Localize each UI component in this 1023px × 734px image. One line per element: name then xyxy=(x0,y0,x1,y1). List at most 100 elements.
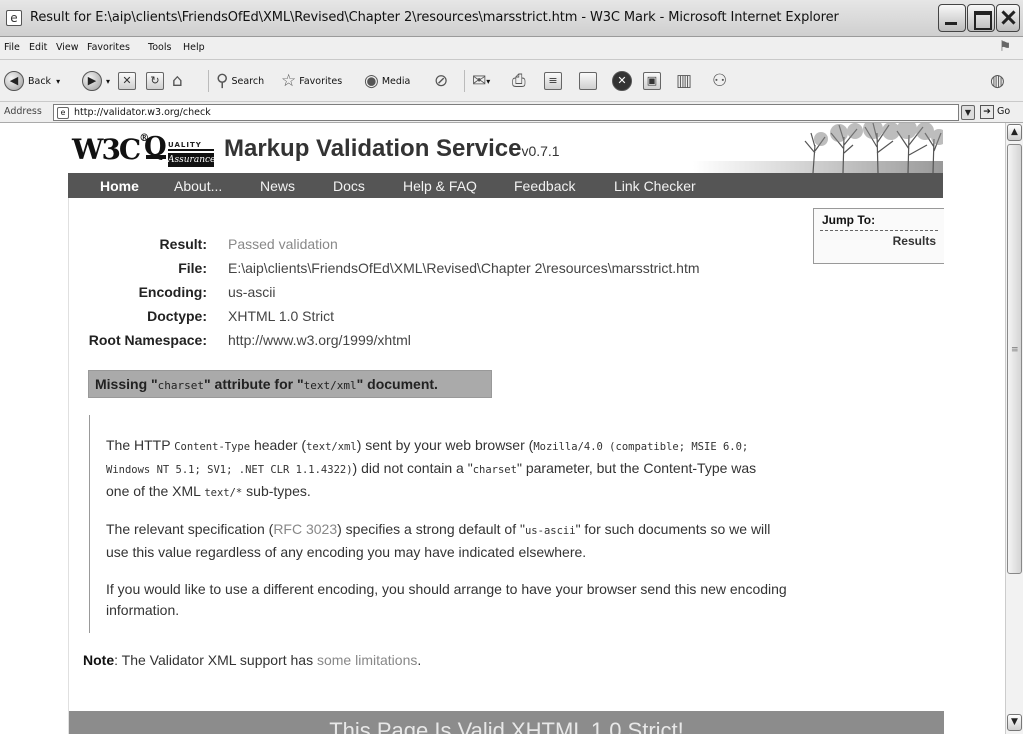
back-arrow-icon: ◀ xyxy=(4,71,24,91)
valid-banner: This Page Is Valid XHTML 1.0 Strict! xyxy=(69,711,944,734)
edit-icon: ≡ xyxy=(544,72,562,90)
ie-app-icon[interactable]: e xyxy=(6,10,22,26)
address-input[interactable]: e http://validator.w3.org/check xyxy=(53,104,959,121)
history-button[interactable]: ⊘ xyxy=(434,68,448,94)
discuss-icon xyxy=(579,72,597,90)
nav-home[interactable]: Home xyxy=(100,178,139,194)
nav-docs[interactable]: Docs xyxy=(333,178,365,194)
p2-text-c: " for such documents so we will xyxy=(575,521,771,537)
p1-header: Content-Type xyxy=(174,441,251,453)
warn-pre: Missing " xyxy=(95,376,158,392)
doctype-value: XHTML 1.0 Strict xyxy=(228,308,335,324)
file-value: E:\aip\clients\FriendsOfEd\XML\Revised\C… xyxy=(228,260,700,276)
research-icon: ▥ xyxy=(676,71,693,91)
p3-text-b: information. xyxy=(106,602,180,618)
menu-view[interactable]: View xyxy=(56,42,79,53)
home-button[interactable]: ⌂ xyxy=(172,68,183,94)
toolbar-separator xyxy=(208,70,209,92)
nav-link-checker[interactable]: Link Checker xyxy=(614,178,696,194)
mail-button[interactable]: ✉ ▾ xyxy=(472,68,490,94)
jump-results-link[interactable]: Results xyxy=(893,234,936,248)
back-button[interactable]: ◀ Back ▾ xyxy=(4,68,60,94)
p2-text-a: The relevant specification ( xyxy=(106,521,274,537)
windows-logo-icon: ⚑ xyxy=(998,39,1012,55)
messenger-button[interactable]: ▣ xyxy=(643,68,661,94)
star-icon: ☆ xyxy=(281,71,297,91)
blocked-button[interactable]: ✕ xyxy=(612,68,636,94)
scroll-up-button[interactable]: ▲ xyxy=(1007,124,1022,141)
media-button[interactable]: ◉ Media xyxy=(364,68,410,94)
scroll-thumb[interactable] xyxy=(1007,144,1022,574)
menu-edit[interactable]: Edit xyxy=(29,42,47,53)
close-button[interactable] xyxy=(996,4,1020,32)
service-title-text: Markup Validation Service xyxy=(224,135,522,162)
warn-post: " document. xyxy=(356,376,438,392)
menu-help[interactable]: Help xyxy=(183,42,205,53)
nav-help-faq[interactable]: Help & FAQ xyxy=(403,178,477,194)
p2-text-d: use this value regardless of any encodin… xyxy=(106,544,587,560)
warn-attr: charset xyxy=(157,379,205,392)
qa-quality-text: UALITY xyxy=(168,139,214,151)
p1-type: text/xml xyxy=(306,441,357,453)
stop-button[interactable]: ✕ xyxy=(118,68,136,94)
namespace-value: http://www.w3.org/1999/xhtml xyxy=(228,332,411,348)
limitations-link[interactable]: some limitations xyxy=(317,652,417,668)
print-icon: ⎙ xyxy=(512,71,526,91)
print-button[interactable]: ⎙ xyxy=(512,68,526,94)
service-title: Markup Validation Servicev0.7.1 xyxy=(224,135,560,163)
ie-extension-button[interactable]: ◍ xyxy=(990,68,1005,94)
address-bar: Address e http://validator.w3.org/check … xyxy=(0,102,1023,123)
discuss-button[interactable] xyxy=(579,68,597,94)
mail-dropdown-icon: ▾ xyxy=(486,76,491,86)
favorites-label: Favorites xyxy=(299,75,343,87)
p1-user-agent-2: Windows NT 5.1; SV1; .NET CLR 1.1.4322) xyxy=(106,464,353,476)
go-button[interactable]: ➔ Go xyxy=(980,105,1020,120)
nav-feedback[interactable]: Feedback xyxy=(514,178,575,194)
media-label: Media xyxy=(381,75,411,87)
doctype-label: Doctype: xyxy=(147,308,207,324)
nav-about[interactable]: About... xyxy=(174,178,222,194)
result-label: Result: xyxy=(159,236,207,252)
back-dropdown-icon: ▾ xyxy=(56,76,61,86)
favorites-button[interactable]: ☆ Favorites xyxy=(281,68,342,94)
nav-news[interactable]: News xyxy=(260,178,295,194)
refresh-icon: ↻ xyxy=(146,72,164,90)
scroll-down-button[interactable]: ▼ xyxy=(1007,714,1022,731)
search-label: Search xyxy=(231,75,265,87)
menu-file[interactable]: File xyxy=(4,42,20,53)
p1-charset: charset xyxy=(472,464,517,476)
encoding-value: us-ascii xyxy=(228,284,276,300)
block-icon: ✕ xyxy=(612,71,632,91)
w3c-logo[interactable]: W3C® xyxy=(72,133,149,166)
p1-text-g: sub-types. xyxy=(242,483,311,499)
forward-button[interactable]: ▶ ▾ xyxy=(82,68,110,94)
search-button[interactable]: ⚲ Search xyxy=(216,68,264,94)
jump-to-title: Jump To: xyxy=(822,213,876,227)
research-button[interactable]: ▥ xyxy=(676,68,692,94)
service-version: v0.7.1 xyxy=(521,143,560,159)
standard-toolbar: ◀ Back ▾ ▶ ▾ ✕ ↻ ⌂ ⚲ Search ☆ Favorites … xyxy=(0,60,1023,102)
menu-bar: File Edit View Favorites Tools Help ⚑ xyxy=(0,37,1023,60)
edit-button[interactable]: ≡ xyxy=(544,68,562,94)
contacts-button[interactable]: ⚇ xyxy=(712,68,727,94)
xml-support-note: Note: The Validator XML support has some… xyxy=(83,652,421,668)
quality-assurance-logo[interactable]: Q UALITY Assurance xyxy=(144,134,215,171)
contacts-icon: ⚇ xyxy=(712,71,728,91)
address-dropdown-button[interactable]: ▼ xyxy=(961,105,975,120)
messenger-icon: ▣ xyxy=(643,72,661,90)
note-label: Note xyxy=(83,652,115,668)
go-arrow-icon: ➔ xyxy=(980,105,994,119)
charset-warning-heading: Missing "charset" attribute for "text/xm… xyxy=(88,370,492,398)
tree-landscape-image xyxy=(693,123,943,173)
results-content: Jump To: Results Result: Passed validati… xyxy=(68,198,944,734)
rfc-3023-link[interactable]: RFC 3023 xyxy=(273,521,337,537)
minimize-button[interactable] xyxy=(938,4,966,32)
warn-mid: " attribute for " xyxy=(204,376,304,392)
vertical-scrollbar[interactable]: ▲ ▼ xyxy=(1005,123,1023,734)
menu-tools[interactable]: Tools xyxy=(148,42,171,53)
menu-favorites[interactable]: Favorites xyxy=(87,42,130,53)
refresh-button[interactable]: ↻ xyxy=(146,68,164,94)
p3-text-a: If you would like to use a different enc… xyxy=(106,581,787,597)
maximize-button[interactable] xyxy=(967,4,995,32)
media-icon: ◉ xyxy=(364,71,379,91)
